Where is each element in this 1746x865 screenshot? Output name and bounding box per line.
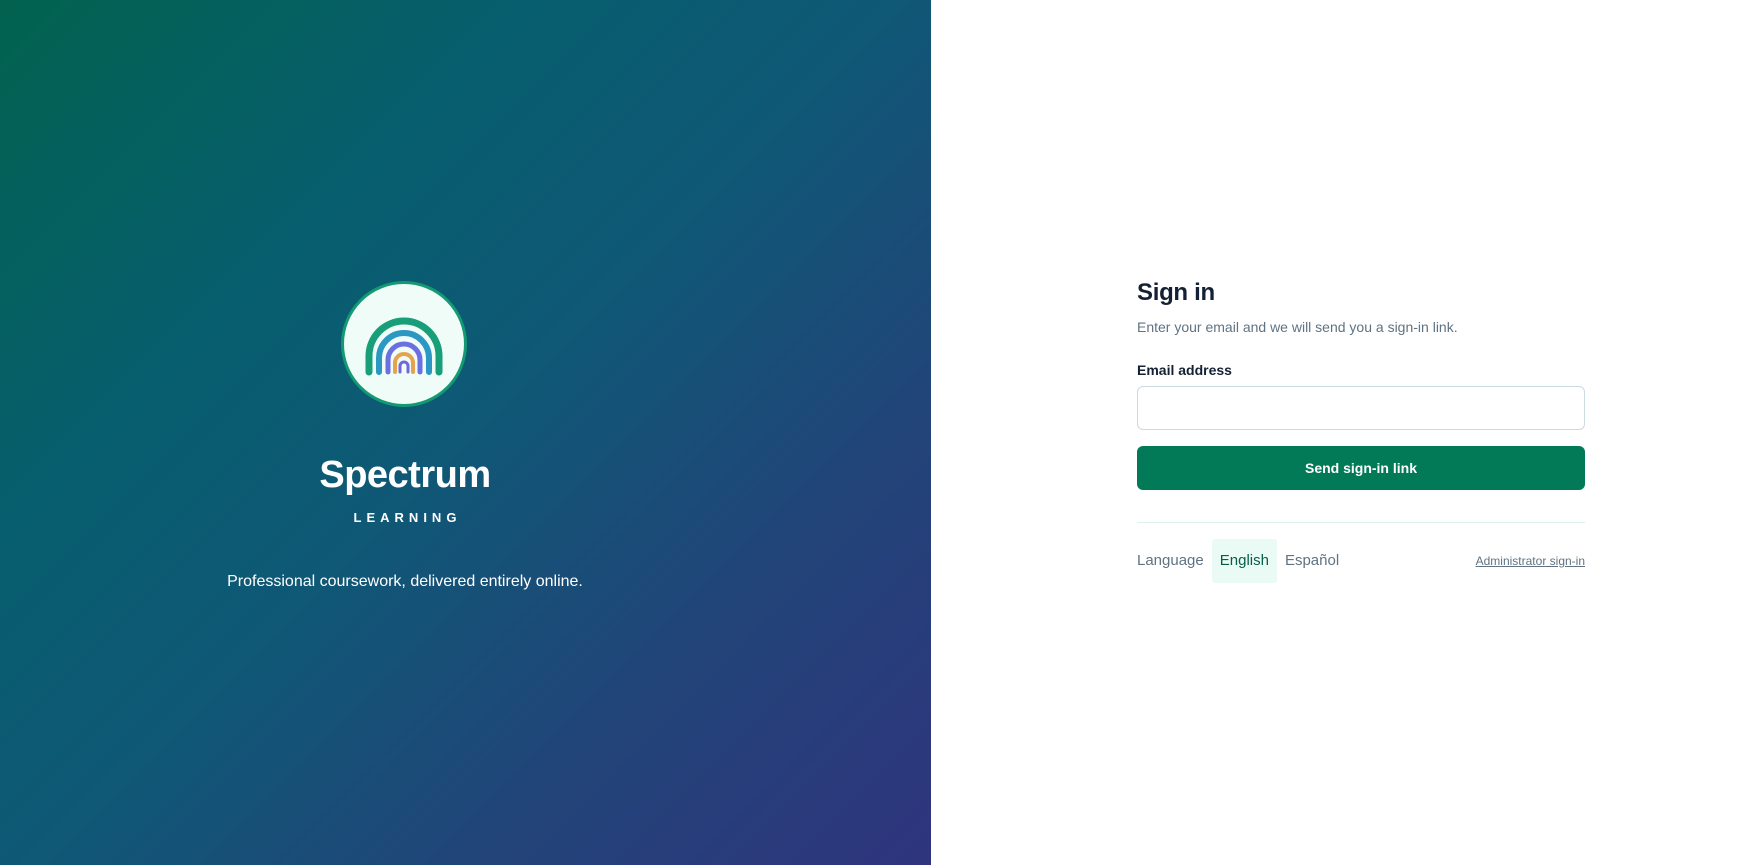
brand-subtitle: LEARNING <box>353 510 462 525</box>
language-option-espanol[interactable]: Español <box>1277 539 1347 583</box>
logo <box>341 281 467 407</box>
brand-panel: Spectrum LEARNING Professional coursewor… <box>0 0 931 865</box>
page-title: Sign in <box>1137 279 1215 306</box>
email-label: Email address <box>1137 361 1232 378</box>
language-option-english[interactable]: English <box>1211 538 1277 583</box>
administrator-sign-in-link[interactable]: Administrator sign-in <box>1476 554 1585 568</box>
sign-in-form: Sign in Enter your email and we will sen… <box>1137 281 1585 583</box>
form-subtitle: Enter your email and we will send you a … <box>1137 319 1458 335</box>
form-panel: Sign in Enter your email and we will sen… <box>931 0 1746 865</box>
sign-in-page: Spectrum LEARNING Professional coursewor… <box>0 0 1746 865</box>
send-sign-in-link-button[interactable]: Send sign-in link <box>1137 445 1585 490</box>
rainbow-arch-icon <box>365 317 443 376</box>
brand-name: Spectrum <box>319 454 491 496</box>
language-label: Language <box>1137 552 1204 570</box>
divider <box>1137 521 1585 523</box>
brand-tagline: Professional coursework, delivered entir… <box>227 573 583 590</box>
email-field[interactable] <box>1137 385 1585 430</box>
footer-row: Language English Español Administrator s… <box>1137 538 1585 583</box>
